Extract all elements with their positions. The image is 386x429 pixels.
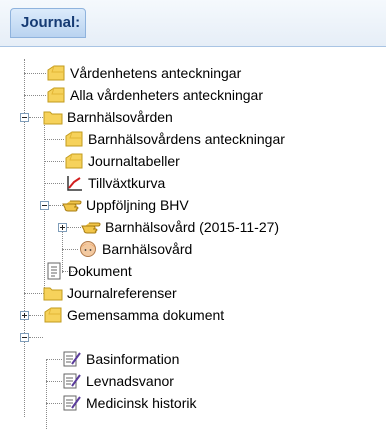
collapse-gemensamma-toggle[interactable] [20,333,29,342]
tab-journal-label: Journal: [21,14,81,31]
tree-item-basinformation[interactable]: Basinformation [62,348,179,370]
tree-item-label: Gemensamma dokument [67,307,225,323]
tree-item-medicinsk-historik[interactable]: Medicinsk historik [62,392,196,414]
tree-item-label: Alla vårdenheters anteckningar [70,87,264,103]
tree-item-barnhalsovarden[interactable]: Barnhälsovården [43,106,173,128]
document-icon [47,262,61,280]
tree-item-journalreferenser[interactable]: Journalreferenser [43,282,177,304]
collapse-uppfoljning-toggle[interactable] [40,201,49,210]
tree-item-label: Barnhälsovård [102,241,193,257]
tree-item-barnhalsovardens-anteckningar[interactable]: Barnhälsovårdens anteckningar [64,128,285,150]
tree-item-dokument[interactable]: Dokument [44,260,132,282]
tree-item-label: Uppföljning BHV [86,197,189,213]
tree-item-label: Vårdenhetens anteckningar [70,65,242,81]
form-edit-icon [63,351,81,367]
tree-item-label: Levnadsvanor [86,373,174,389]
notes-folder-icon [47,87,65,103]
tree-item-label: Medicinsk historik [86,395,197,411]
collapse-barnhalsovarden-toggle[interactable] [20,113,29,122]
tree-item-barnhalsovard[interactable]: Barnhälsovård [78,238,192,260]
tree-item-tillvaxtkurva[interactable]: Tillväxtkurva [64,172,165,194]
tree-item-uppfoljning-bhv[interactable]: Uppföljning BHV [62,194,189,216]
tree-item-journaltabeller[interactable]: Journaltabeller [64,150,180,172]
notes-folder-icon [44,307,62,323]
tree-item-levnadsvanor[interactable]: Levnadsvanor [62,370,174,392]
tree-item-alla-vardenheters-anteckningar[interactable]: Alla vårdenheters anteckningar [46,84,263,106]
tree-item-label: Barnhälsovård (2015-11-27) [105,219,280,235]
child-face-icon [80,241,96,257]
form-edit-icon [63,373,81,389]
folder-icon [43,111,63,125]
tab-journal[interactable]: Journal: [10,8,86,38]
pointing-hand-icon [81,222,101,234]
pointing-hand-icon [62,200,82,212]
tree-item-vardenhetens-anteckningar[interactable]: Vårdenhetens anteckningar [46,62,241,84]
tree-item-label: Barnhälsovårdens anteckningar [88,131,285,147]
journal-header: Journal: [0,0,386,46]
tree-item-gemensamma-dokument[interactable]: Gemensamma dokument [43,304,224,326]
tree-item-label: Tillväxtkurva [88,175,166,191]
tree-item-label: Barnhälsovården [67,109,173,125]
form-edit-icon [63,395,81,411]
notes-folder-icon [65,131,83,147]
journal-tree-panel: Vårdenhetens anteckningar Alla vårdenhet… [0,46,386,429]
folder-icon [43,287,63,301]
tree-item-label: Journaltabeller [88,153,180,169]
tree-item-label: Basinformation [86,351,180,367]
expand-barnhalsovard-2015-toggle[interactable] [58,223,67,232]
expand-journalreferenser-toggle[interactable] [20,311,29,320]
tree-item-label: Dokument [68,263,132,279]
notes-folder-icon [47,65,65,81]
tree-item-barnhalsovard-2015[interactable]: Barnhälsovård (2015-11-27) [81,216,279,238]
growth-chart-icon [67,176,82,191]
notes-folder-icon [65,153,83,169]
tree-item-label: Journalreferenser [67,285,177,301]
